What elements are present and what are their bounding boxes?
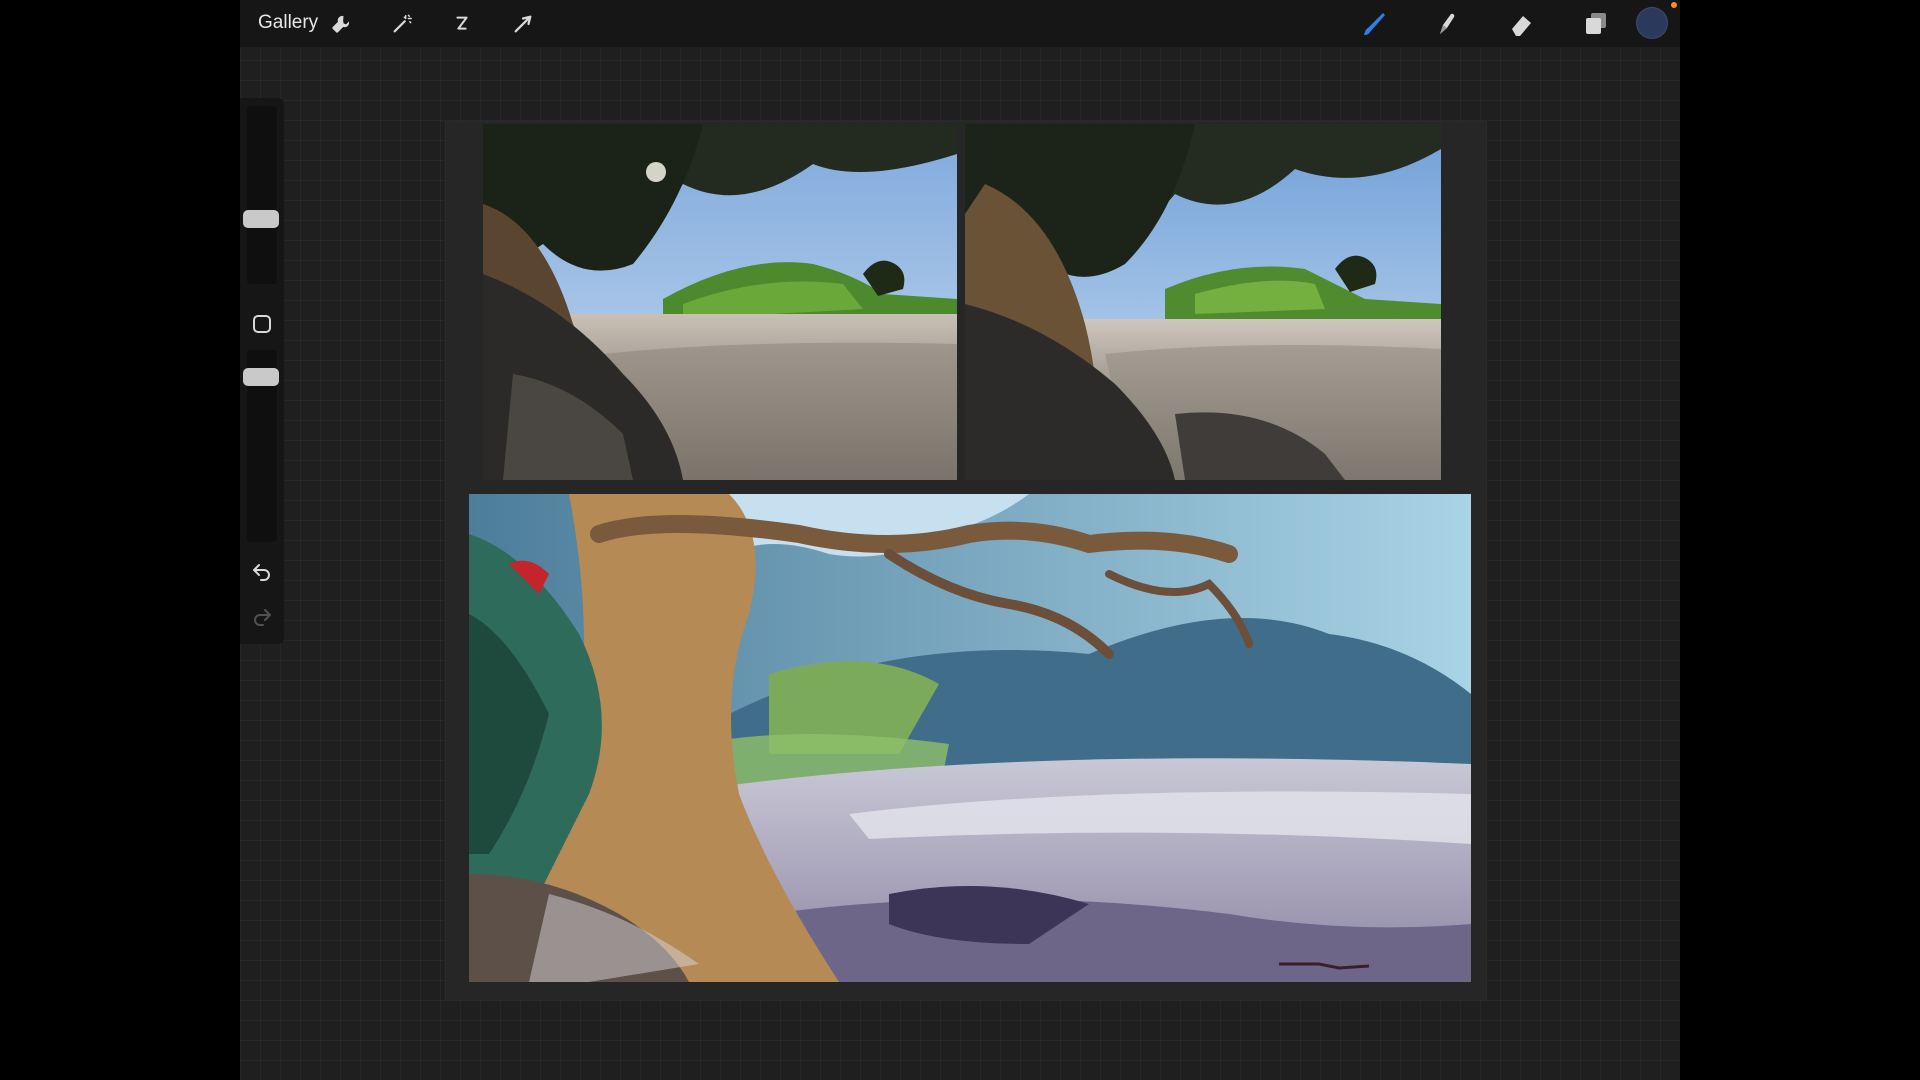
gallery-button[interactable]: Gallery	[258, 11, 318, 35]
opacity-thumb[interactable]	[243, 368, 279, 386]
reference-photo-left	[483, 124, 957, 480]
notification-dot	[1671, 2, 1677, 8]
procreate-app: Gallery	[240, 0, 1680, 1080]
redo-arrow-icon[interactable]	[250, 605, 274, 629]
magic-wand-icon[interactable]	[387, 9, 417, 39]
left-sidebar	[240, 98, 284, 644]
selection-icon[interactable]	[447, 9, 477, 39]
brush-icon[interactable]	[1360, 9, 1390, 39]
undo-arrow-icon[interactable]	[250, 560, 274, 584]
reference-photo-right	[965, 124, 1441, 480]
color-picker-swatch[interactable]	[1637, 8, 1667, 38]
brush-size-slider[interactable]	[243, 106, 279, 284]
gouache-painting	[469, 494, 1471, 982]
canvas[interactable]	[446, 122, 1486, 1000]
top-toolbar: Gallery	[240, 0, 1680, 47]
square-outline-icon[interactable]	[252, 314, 272, 334]
arrow-cursor-icon[interactable]	[508, 9, 538, 39]
layers-icon[interactable]	[1581, 9, 1611, 39]
opacity-slider[interactable]	[243, 350, 279, 542]
eraser-icon[interactable]	[1507, 9, 1537, 39]
smudge-icon[interactable]	[1433, 9, 1463, 39]
wrench-icon[interactable]	[326, 9, 356, 39]
screen: Gallery	[0, 0, 1920, 1080]
brush-size-thumb[interactable]	[243, 210, 279, 228]
